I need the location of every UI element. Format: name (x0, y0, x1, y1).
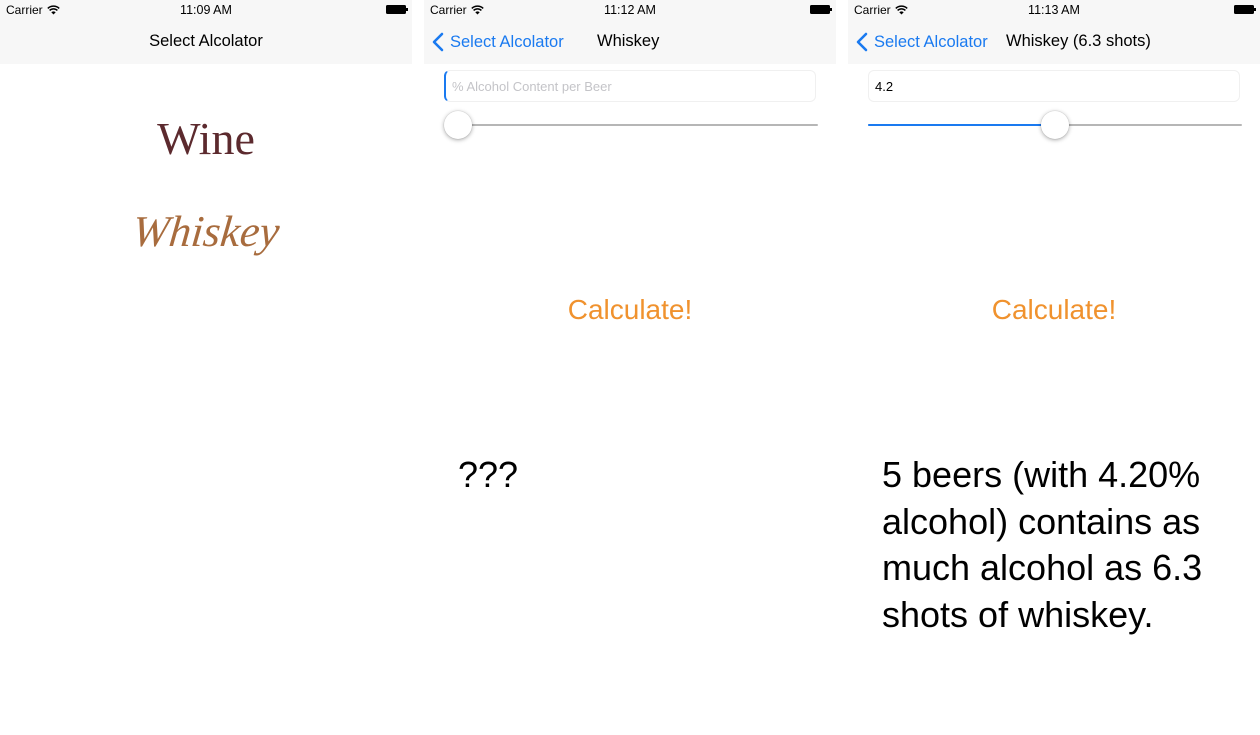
slider-thumb[interactable] (1041, 111, 1069, 139)
wine-option[interactable]: Wine (0, 112, 412, 165)
screen-whiskey-empty: Carrier 11:12 AM Select Alcolator Whiske… (424, 0, 836, 735)
screen-select-alcolator: Carrier 11:09 AM Select Alcolator Wine W… (0, 0, 412, 735)
status-bar: Carrier 11:09 AM (0, 0, 412, 20)
back-button[interactable]: Select Alcolator (856, 30, 988, 54)
chevron-left-icon (432, 32, 444, 52)
status-time: 11:13 AM (1028, 3, 1080, 17)
slider-track (444, 124, 818, 126)
back-button-label: Select Alcolator (874, 32, 988, 51)
status-time: 11:09 AM (180, 3, 232, 17)
battery-icon (810, 5, 832, 14)
result-label: ??? (458, 454, 519, 495)
status-bar: Carrier 11:12 AM (424, 0, 836, 20)
navigation-bar: Select Alcolator Whiskey (424, 20, 836, 64)
navigation-bar: Select Alcolator (0, 20, 412, 64)
alcohol-content-input[interactable] (444, 70, 816, 102)
nav-title: Select Alcolator (149, 32, 263, 50)
navigation-bar: Select Alcolator Whiskey (6.3 shots) (848, 20, 1260, 64)
slider-thumb[interactable] (444, 111, 472, 139)
result-label: 5 beers (with 4.20% alcohol) contains as… (882, 454, 1203, 635)
back-button[interactable]: Select Alcolator (432, 30, 564, 54)
screen-whiskey-result: Carrier 11:13 AM Select Alcolator Whiske… (848, 0, 1260, 735)
alcohol-content-input[interactable] (868, 70, 1240, 102)
calculate-button[interactable]: Calculate! (848, 294, 1260, 326)
battery-icon (1234, 5, 1256, 14)
beer-count-slider[interactable] (444, 110, 818, 140)
battery-icon (386, 5, 408, 14)
back-button-label: Select Alcolator (450, 32, 564, 51)
status-bar: Carrier 11:13 AM (848, 0, 1260, 20)
nav-title: Whiskey (597, 32, 660, 50)
nav-title: Whiskey (6.3 shots) (1006, 32, 1151, 50)
whiskey-option[interactable]: Whiskey (0, 206, 412, 257)
beer-count-slider[interactable] (868, 110, 1242, 140)
chevron-left-icon (856, 32, 868, 52)
calculate-button[interactable]: Calculate! (424, 294, 836, 326)
slider-fill (868, 124, 1055, 126)
status-time: 11:12 AM (604, 3, 656, 17)
